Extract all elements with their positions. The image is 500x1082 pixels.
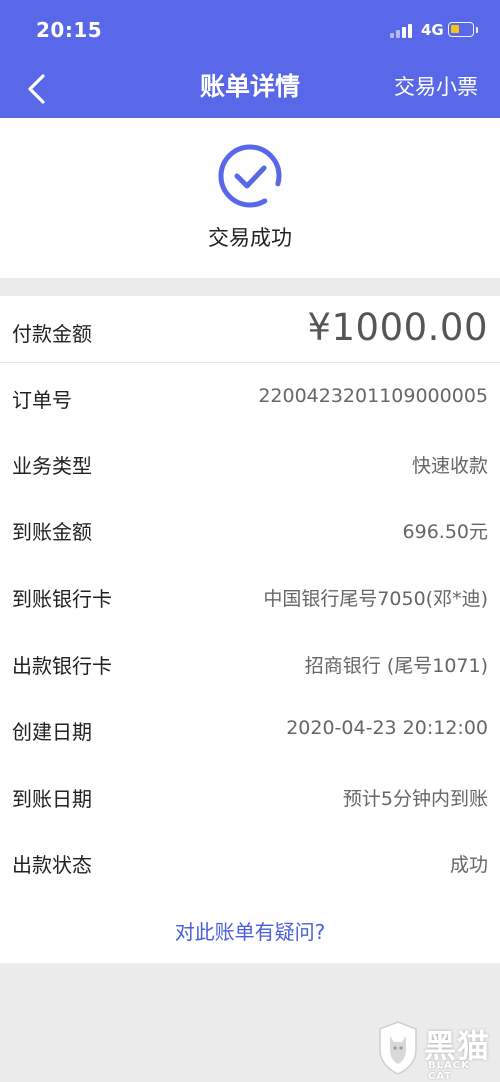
nav-bar: 账单详情 交易小票: [0, 60, 500, 118]
detail-row-received-amount: 到账金额 696.50元: [0, 496, 500, 562]
detail-label: 订单号: [12, 388, 72, 412]
result-text: 交易成功: [208, 226, 292, 250]
detail-row-order-number: 订单号 220042320110900000​5: [0, 364, 500, 430]
payment-amount-label: 付款金额: [12, 322, 92, 346]
detail-value: 696.50元: [402, 521, 488, 543]
detail-value: 中国银行尾号7050(邓*迪): [263, 588, 488, 610]
bill-question-link[interactable]: 对此账单有疑问?: [0, 916, 500, 945]
detail-row-payout-status: 出款状态 成功: [0, 829, 500, 895]
detail-value: 220042320110900000​5: [258, 385, 488, 407]
detail-label: 到账日期: [12, 787, 92, 811]
detail-label: 业务类型: [12, 454, 92, 478]
battery-icon: [448, 22, 474, 37]
detail-row-paying-card: 出款银行卡 招商银行 (尾号1071): [0, 630, 500, 696]
receipt-button[interactable]: 交易小票: [394, 60, 478, 118]
detail-row-arrival-date: 到账日期 预计5分钟内到账: [0, 763, 500, 829]
watermark-subtext: BLACK CAT: [428, 1060, 470, 1082]
payment-amount-value: ¥1000.00: [307, 306, 488, 349]
status-time: 20:15: [36, 18, 103, 42]
watermark-logo: 黑猫 BLACK CAT: [372, 1018, 497, 1082]
battery-cap: [476, 27, 478, 33]
status-bar: 20:15 4G: [0, 0, 500, 60]
detail-value: 预计5分钟内到账: [342, 788, 488, 810]
detail-value: 成功: [449, 854, 488, 876]
detail-value: 2020-04-23 20:12:00: [286, 717, 488, 739]
payment-amount-row: 付款金额 ¥1000.00: [0, 296, 500, 363]
detail-row-business-type: 业务类型 快速收款: [0, 430, 500, 496]
detail-label: 出款状态: [12, 853, 92, 877]
result-section: 交易成功: [0, 118, 500, 278]
signal-icon: [390, 22, 414, 38]
network-type: 4G: [421, 21, 444, 39]
black-cat-logo-icon: [376, 1020, 420, 1076]
chevron-left-icon: [28, 74, 45, 104]
back-button[interactable]: [18, 68, 58, 110]
header: 20:15 4G 账单详情 交易小票: [0, 0, 500, 118]
detail-label: 出款银行卡: [12, 654, 112, 678]
detail-row-created-date: 创建日期 2020-04-23 20:12:00: [0, 696, 500, 762]
detail-value: 快速收款: [411, 455, 488, 477]
detail-value: 招商银行 (尾号1071): [304, 655, 488, 677]
detail-row-receiving-card: 到账银行卡 中国银行尾号7050(邓*迪): [0, 563, 500, 629]
detail-label: 创建日期: [12, 720, 92, 744]
detail-label: 到账金额: [12, 520, 92, 544]
check-circle-icon: [217, 143, 283, 209]
detail-label: 到账银行卡: [12, 587, 112, 611]
detail-card: 付款金额 ¥1000.00 订单号 220042320110900000​5 业…: [0, 296, 500, 963]
